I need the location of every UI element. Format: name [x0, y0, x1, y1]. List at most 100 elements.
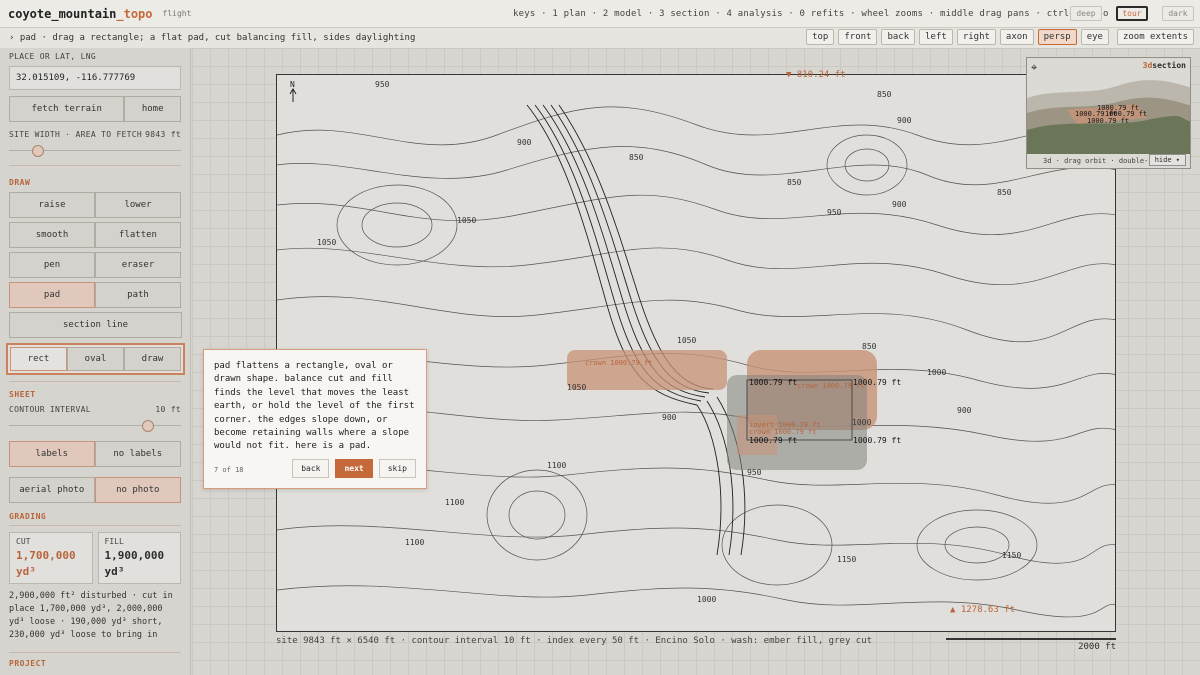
tour-mode-button[interactable]: tour — [1116, 6, 1148, 21]
pad-shape-picker: rect oval draw — [6, 343, 185, 375]
svg-text:1150: 1150 — [837, 555, 856, 564]
contour-interval-value: 10 ft — [155, 405, 181, 414]
tool-hint: › pad · drag a rectangle; a flat pad, cu… — [9, 33, 416, 43]
svg-text:1050: 1050 — [457, 216, 476, 225]
deep-mode-button[interactable]: deep — [1070, 6, 1102, 21]
tour-back-button[interactable]: back — [292, 459, 330, 478]
svg-text:1150: 1150 — [1002, 551, 1021, 560]
svg-text:crown 1000.79 ft: crown 1000.79 ft — [585, 359, 652, 367]
tour-step: 7 of 18 — [214, 466, 244, 474]
section-preview[interactable]: 1000.79 ft 1000.79 ft 1000.79 ft 1000.79… — [1026, 57, 1191, 169]
svg-text:1100: 1100 — [445, 498, 464, 507]
dark-mode-button[interactable]: dark — [1162, 6, 1194, 21]
view-buttons: top front back left right axon persp eye… — [806, 29, 1194, 45]
path-tool-button[interactable]: path — [95, 282, 181, 308]
zoom-extents-button[interactable]: zoom extents — [1116, 29, 1194, 45]
fill-value: 1,900,000 yd³ — [104, 549, 165, 578]
cut-card: CUT 1,700,000 yd³ — [9, 532, 93, 584]
view-persp-button[interactable]: persp — [1037, 29, 1077, 45]
svg-text:1100: 1100 — [547, 461, 566, 470]
map-footer: site 9843 ft × 6540 ft · contour interva… — [276, 636, 873, 646]
grading-section-title: GRADING — [9, 512, 47, 521]
app-subtitle: flight — [162, 9, 192, 18]
eraser-tool-button[interactable]: eraser — [95, 252, 181, 278]
view-front-button[interactable]: front — [838, 29, 878, 45]
site-width-slider[interactable] — [9, 145, 181, 157]
aerial-photo-button[interactable]: aerial photo — [9, 477, 95, 503]
fill-label: FILL — [104, 537, 124, 546]
fetch-terrain-button[interactable]: fetch terrain — [9, 96, 125, 122]
shape-oval-button[interactable]: oval — [67, 347, 124, 371]
view-back-button[interactable]: back — [881, 29, 916, 45]
view-axon-button[interactable]: axon — [999, 29, 1034, 45]
scale-bar: 2000 ft — [946, 638, 1116, 652]
section-line-button[interactable]: section line — [9, 312, 182, 338]
north-arrow: N — [289, 80, 297, 102]
svg-text:850: 850 — [862, 342, 877, 351]
app-title: coyote_mountain_topo — [8, 6, 153, 21]
view-eye-button[interactable]: eye — [1080, 29, 1109, 45]
svg-text:950: 950 — [827, 208, 842, 217]
svg-text:850: 850 — [787, 178, 802, 187]
sheet-section-title: SHEET — [9, 390, 36, 399]
pen-tool-button[interactable]: pen — [9, 252, 95, 278]
place-label: PLACE OR LAT, LNG — [9, 52, 96, 61]
no-photo-button[interactable]: no photo — [94, 477, 181, 503]
svg-text:1000.79 ft: 1000.79 ft — [749, 436, 797, 445]
svg-text:850: 850 — [997, 188, 1012, 197]
svg-text:1050: 1050 — [567, 383, 586, 392]
svg-text:1100: 1100 — [405, 538, 424, 547]
svg-text:crown 1000.79 ft: crown 1000.79 ft — [749, 428, 816, 436]
svg-text:1000: 1000 — [697, 595, 716, 604]
lower-tool-button[interactable]: lower — [95, 192, 181, 218]
tour-skip-button[interactable]: skip — [378, 459, 416, 478]
contour-interval-label: CONTOUR INTERVAL — [9, 405, 91, 414]
tour-card: pad flattens a rectangle, oval or drawn … — [203, 349, 427, 489]
svg-text:1000: 1000 — [852, 418, 871, 427]
contour-interval-slider-knob[interactable] — [142, 420, 155, 432]
svg-text:1000.79 ft: 1000.79 ft — [853, 436, 901, 445]
shape-rect-button[interactable]: rect — [10, 347, 67, 371]
home-button[interactable]: home — [124, 96, 181, 122]
view-right-button[interactable]: right — [956, 29, 996, 45]
site-width-value: 9843 ft — [145, 130, 181, 139]
contour-labels: 950 850 900 850 850 900 1050 1050 850 10… — [317, 80, 1021, 604]
svg-text:N: N — [290, 80, 295, 89]
svg-text:900: 900 — [517, 138, 532, 147]
raise-tool-button[interactable]: raise — [9, 192, 95, 218]
svg-text:900: 900 — [957, 406, 972, 415]
place-input[interactable]: 32.015109, -116.777769 — [9, 66, 181, 90]
cut-value: 1,700,000 yd³ — [16, 549, 76, 578]
svg-text:900: 900 — [892, 200, 907, 209]
contour-interval-slider[interactable] — [9, 420, 181, 432]
mode-buttons: deep tour dark — [1070, 6, 1194, 21]
high-point-marker: ▲ 1278.63 ft — [950, 605, 1016, 615]
pad-wash — [567, 350, 877, 470]
svg-text:1000: 1000 — [927, 368, 946, 377]
shape-draw-button[interactable]: draw — [124, 347, 181, 371]
project-section-title: PROJECT — [9, 659, 47, 668]
pad-tool-button[interactable]: pad — [9, 282, 95, 308]
fill-card: FILL 1,900,000 yd³ — [97, 532, 181, 584]
grading-summary: 2,900,000 ft² disturbed · cut in place 1… — [9, 591, 173, 640]
svg-text:850: 850 — [877, 90, 892, 99]
draw-section-title: DRAW — [9, 178, 31, 187]
view-left-button[interactable]: left — [919, 29, 953, 45]
svg-text:900: 900 — [662, 413, 677, 422]
svg-text:1050: 1050 — [317, 238, 336, 247]
no-labels-button[interactable]: no labels — [94, 441, 181, 467]
tour-next-button[interactable]: next — [335, 459, 373, 478]
svg-text:crown 1000.79 ft: crown 1000.79 ft — [797, 382, 864, 390]
section-preview-title: 3dsection — [1142, 61, 1186, 70]
crosshair-icon[interactable]: ⌖ — [1031, 61, 1037, 75]
keys-hint: keys · 1 plan · 2 model · 3 section · 4 … — [513, 9, 1109, 19]
labels-button[interactable]: labels — [9, 441, 95, 467]
cut-label: CUT — [16, 537, 31, 546]
terrain-3d-preview: 1000.79 ft 1000.79 ft 1000.79 ft 1000.79… — [1027, 80, 1190, 154]
flatten-tool-button[interactable]: flatten — [95, 222, 181, 248]
hide-preview-button[interactable]: hide ▾ — [1148, 154, 1186, 166]
smooth-tool-button[interactable]: smooth — [9, 222, 95, 248]
view-top-button[interactable]: top — [806, 29, 835, 45]
site-width-slider-knob[interactable] — [32, 145, 45, 157]
svg-text:1000.79 ft: 1000.79 ft — [749, 378, 797, 387]
